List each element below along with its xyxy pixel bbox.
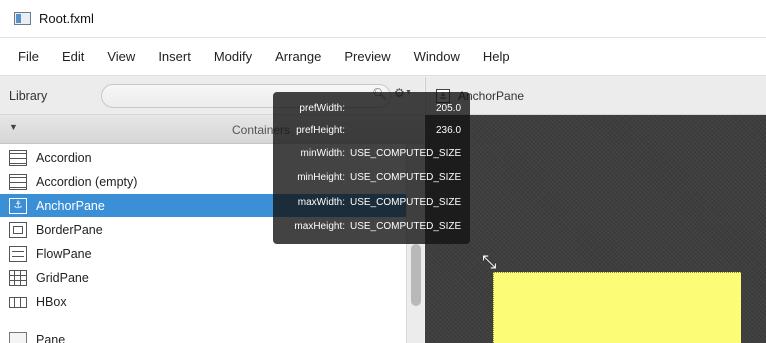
window-title: Root.fxml xyxy=(39,11,94,26)
tooltip-label: prefWidth: xyxy=(299,103,345,114)
menu-window[interactable]: Window xyxy=(414,49,460,64)
menu-view[interactable]: View xyxy=(107,49,135,64)
title-bar: Root.fxml xyxy=(0,0,766,38)
tooltip-label: prefHeight: xyxy=(296,125,345,136)
menu-file[interactable]: File xyxy=(18,49,39,64)
canvas-header: ⚓ AnchorPane xyxy=(425,77,766,115)
resize-cursor-icon[interactable]: ⤡ xyxy=(482,252,496,273)
menu-edit[interactable]: Edit xyxy=(62,49,84,64)
list-item-flowpane[interactable]: FlowPane xyxy=(0,242,406,265)
list-item-label: Pane xyxy=(36,332,66,343)
menu-insert[interactable]: Insert xyxy=(158,49,191,64)
anchorpane-preview[interactable] xyxy=(493,272,741,343)
scroll-thumb[interactable] xyxy=(411,244,421,306)
tooltip-label: minWidth: xyxy=(300,148,345,159)
chevron-down-icon[interactable]: ▼ xyxy=(9,122,18,132)
list-item-gridpane[interactable]: GridPane xyxy=(0,266,406,289)
list-item-pane[interactable]: Pane xyxy=(0,328,406,343)
tooltip-value: 205.0 xyxy=(436,103,462,114)
tooltip-value: 236.0 xyxy=(436,125,462,136)
tooltip-label: maxHeight: xyxy=(294,221,345,232)
tooltip-row: minHeight: USE_COMPUTED_SIZE xyxy=(273,172,470,186)
tooltip-row: minWidth: USE_COMPUTED_SIZE xyxy=(273,148,470,162)
list-item-label: Accordion (empty) xyxy=(36,174,138,189)
tooltip-value: USE_COMPUTED_SIZE xyxy=(350,197,462,208)
pane-icon xyxy=(9,331,27,343)
list-item-hbox[interactable]: HBox xyxy=(0,290,406,313)
accordion-icon xyxy=(9,173,27,190)
library-label: Library xyxy=(9,88,48,103)
list-item-label: HBox xyxy=(36,294,67,309)
tooltip-row: prefHeight: 236.0 xyxy=(273,125,470,139)
size-tooltip: prefWidth: 205.0 prefHeight: 236.0 minWi… xyxy=(273,92,470,244)
tooltip-value: USE_COMPUTED_SIZE xyxy=(350,221,462,232)
menu-modify[interactable]: Modify xyxy=(214,49,252,64)
flow-pane-icon xyxy=(9,245,27,262)
tooltip-row: maxWidth: USE_COMPUTED_SIZE xyxy=(273,197,470,211)
list-item-label: AnchorPane xyxy=(36,198,105,213)
grid-pane-icon xyxy=(9,269,27,286)
tooltip-value: USE_COMPUTED_SIZE xyxy=(350,172,462,183)
tooltip-row: maxHeight: USE_COMPUTED_SIZE xyxy=(273,221,470,235)
list-item-label: BorderPane xyxy=(36,222,103,237)
border-pane-icon xyxy=(9,221,27,238)
tooltip-row: prefWidth: 205.0 xyxy=(273,103,470,117)
list-item-label: FlowPane xyxy=(36,246,92,261)
menu-bar: File Edit View Insert Modify Arrange Pre… xyxy=(0,38,766,76)
menu-preview[interactable]: Preview xyxy=(344,49,390,64)
list-item-label: GridPane xyxy=(36,270,89,285)
anchor-pane-icon: ⚓ xyxy=(9,197,27,214)
hbox-icon xyxy=(9,297,27,308)
tooltip-value: USE_COMPUTED_SIZE xyxy=(350,148,462,159)
app-icon xyxy=(14,12,31,25)
accordion-icon xyxy=(9,149,27,166)
tooltip-label: minHeight: xyxy=(297,172,345,183)
menu-arrange[interactable]: Arrange xyxy=(275,49,321,64)
menu-help[interactable]: Help xyxy=(483,49,510,64)
list-item-label: Accordion xyxy=(36,150,92,165)
tooltip-label: maxWidth: xyxy=(297,197,345,208)
